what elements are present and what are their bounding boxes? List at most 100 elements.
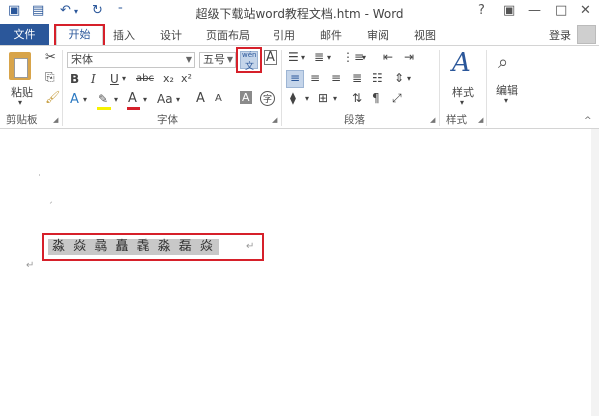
- asian-layout-icon[interactable]: ⤢: [392, 91, 402, 106]
- format-painter-icon[interactable]: 🖌: [45, 90, 60, 104]
- font-group-label: 字体: [157, 114, 178, 126]
- document-canvas[interactable]: ˙ ˏ 淼 焱 骉 矗 毳 淼 磊 焱 ↵ ↵: [0, 129, 599, 416]
- align-right-icon[interactable]: ≡: [331, 71, 341, 85]
- minimize-button[interactable]: —: [528, 3, 541, 18]
- shading-dropdown-icon[interactable]: ▾: [305, 94, 309, 103]
- paragraph-launcher-icon[interactable]: ◢: [430, 116, 435, 124]
- paste-dropdown-icon[interactable]: ▾: [18, 98, 22, 107]
- underline-button[interactable]: U: [110, 72, 119, 86]
- highlight-dropdown-icon[interactable]: ▾: [114, 95, 118, 104]
- phonetic-guide-button[interactable]: wén 文: [240, 51, 258, 72]
- line-spacing-icon[interactable]: ⇕: [394, 71, 404, 85]
- grow-font-button[interactable]: A: [196, 91, 205, 106]
- copy-icon[interactable]: ⎘: [45, 70, 55, 85]
- shading-icon[interactable]: ⧫: [290, 91, 296, 105]
- phonetic-pinyin-label: wén: [242, 51, 257, 59]
- styles-group-label: 样式: [446, 114, 467, 126]
- decrease-indent-icon[interactable]: ⇤: [383, 50, 393, 64]
- numbering-dropdown-icon[interactable]: ▾: [327, 53, 331, 62]
- margin-mark: ˏ: [48, 193, 53, 204]
- clipboard-launcher-icon[interactable]: ◢: [53, 116, 58, 124]
- title-bar: ▣ ▤ ↶ ▾ ↻ ⁼ 超级下载站word教程文档.htm - Word ? ▣…: [0, 0, 599, 24]
- align-center-icon[interactable]: ≡: [310, 71, 320, 85]
- font-color-dropdown-icon[interactable]: ▾: [143, 95, 147, 104]
- strikethrough-button[interactable]: abc: [136, 73, 154, 84]
- tab-home[interactable]: 开始: [56, 24, 103, 45]
- highlight-color-swatch: [97, 107, 111, 110]
- login-link[interactable]: 登录: [549, 27, 571, 43]
- divider: [439, 50, 440, 126]
- character-border-button[interactable]: A: [264, 50, 277, 65]
- font-family-select[interactable]: 宋体 ▼: [67, 52, 195, 68]
- show-marks-icon[interactable]: ¶: [372, 91, 380, 105]
- collapse-ribbon-icon[interactable]: ^: [584, 116, 592, 126]
- multilevel-list-icon[interactable]: ⋮≡: [342, 50, 364, 64]
- align-left-button[interactable]: ≡: [286, 70, 304, 88]
- font-size-value: 五号: [203, 53, 225, 66]
- tab-view[interactable]: 视图: [414, 27, 436, 43]
- chevron-down-icon: ▼: [226, 55, 233, 64]
- numbering-icon[interactable]: ≣: [314, 50, 324, 64]
- selected-text[interactable]: 淼 焱 骉 矗 毳 淼 磊 焱: [48, 239, 219, 255]
- change-case-button[interactable]: Aa: [157, 92, 173, 106]
- justify-icon[interactable]: ≣: [352, 71, 362, 85]
- binoculars-icon[interactable]: ⌕: [498, 52, 508, 73]
- cut-icon[interactable]: ✂: [45, 50, 56, 65]
- line-spacing-dropdown-icon[interactable]: ▾: [407, 74, 411, 83]
- tab-insert[interactable]: 插入: [113, 27, 135, 43]
- subscript-button[interactable]: x₂: [163, 72, 174, 85]
- maximize-button[interactable]: □: [555, 3, 567, 18]
- font-color-button[interactable]: A: [128, 91, 137, 106]
- paste-icon-sheet: [14, 58, 28, 78]
- tab-design[interactable]: 设计: [160, 27, 182, 43]
- phonetic-char-label: 文: [245, 62, 255, 72]
- multilevel-dropdown-icon[interactable]: ▾: [362, 53, 366, 62]
- paragraph-group-label: 段落: [344, 114, 365, 126]
- text-effects-button[interactable]: A: [70, 92, 79, 107]
- styles-dropdown-icon[interactable]: ▾: [460, 98, 464, 107]
- divider: [62, 50, 63, 126]
- change-case-dropdown-icon[interactable]: ▾: [176, 95, 180, 104]
- tab-review[interactable]: 审阅: [367, 27, 389, 43]
- margin-mark: ˙: [37, 174, 42, 185]
- bullets-dropdown-icon[interactable]: ▾: [301, 53, 305, 62]
- distributed-icon[interactable]: ☷: [372, 71, 383, 85]
- character-shading-button[interactable]: A: [240, 91, 252, 104]
- borders-icon[interactable]: ⊞: [318, 91, 328, 105]
- styles-launcher-icon[interactable]: ◢: [478, 116, 483, 124]
- bullets-icon[interactable]: ☰: [288, 50, 299, 64]
- chevron-down-icon: ▼: [185, 55, 192, 64]
- font-color-swatch: [127, 107, 140, 110]
- font-launcher-icon[interactable]: ◢: [272, 116, 277, 124]
- vertical-scrollbar[interactable]: [591, 129, 599, 416]
- paragraph-mark: ↵: [246, 241, 255, 252]
- superscript-button[interactable]: x²: [181, 72, 192, 85]
- highlight-color-icon[interactable]: ✎: [98, 92, 108, 106]
- help-button[interactable]: ?: [478, 3, 485, 18]
- tab-references[interactable]: 引用: [273, 27, 295, 43]
- font-size-select[interactable]: 五号 ▼: [199, 52, 236, 68]
- italic-button[interactable]: I: [91, 72, 96, 86]
- text-effects-dropdown-icon[interactable]: ▾: [83, 95, 87, 104]
- sort-icon[interactable]: ⇅: [352, 91, 362, 105]
- paragraph-mark: ↵: [26, 260, 35, 271]
- divider: [281, 50, 282, 126]
- tab-file[interactable]: 文件: [0, 24, 49, 45]
- font-family-value: 宋体: [71, 53, 93, 66]
- borders-dropdown-icon[interactable]: ▾: [333, 94, 337, 103]
- increase-indent-icon[interactable]: ⇥: [404, 50, 414, 64]
- editing-dropdown-icon[interactable]: ▾: [504, 96, 508, 105]
- tab-mailings[interactable]: 邮件: [320, 27, 342, 43]
- underline-dropdown-icon[interactable]: ▾: [122, 74, 126, 83]
- align-left-icon: ≡: [290, 71, 301, 85]
- avatar[interactable]: [577, 25, 596, 44]
- enclose-characters-button[interactable]: 字: [260, 91, 276, 106]
- ribbon-display-options-button[interactable]: ▣: [503, 3, 515, 18]
- bold-button[interactable]: B: [70, 72, 79, 86]
- tab-layout[interactable]: 页面布局: [206, 27, 250, 43]
- ribbon-tabs: 文件 开始 插入 设计 页面布局 引用 邮件 审阅 视图 登录: [0, 24, 599, 45]
- shrink-font-button[interactable]: A: [215, 93, 222, 104]
- divider: [486, 50, 487, 126]
- styles-icon[interactable]: A: [452, 48, 471, 78]
- close-button[interactable]: ✕: [580, 3, 591, 18]
